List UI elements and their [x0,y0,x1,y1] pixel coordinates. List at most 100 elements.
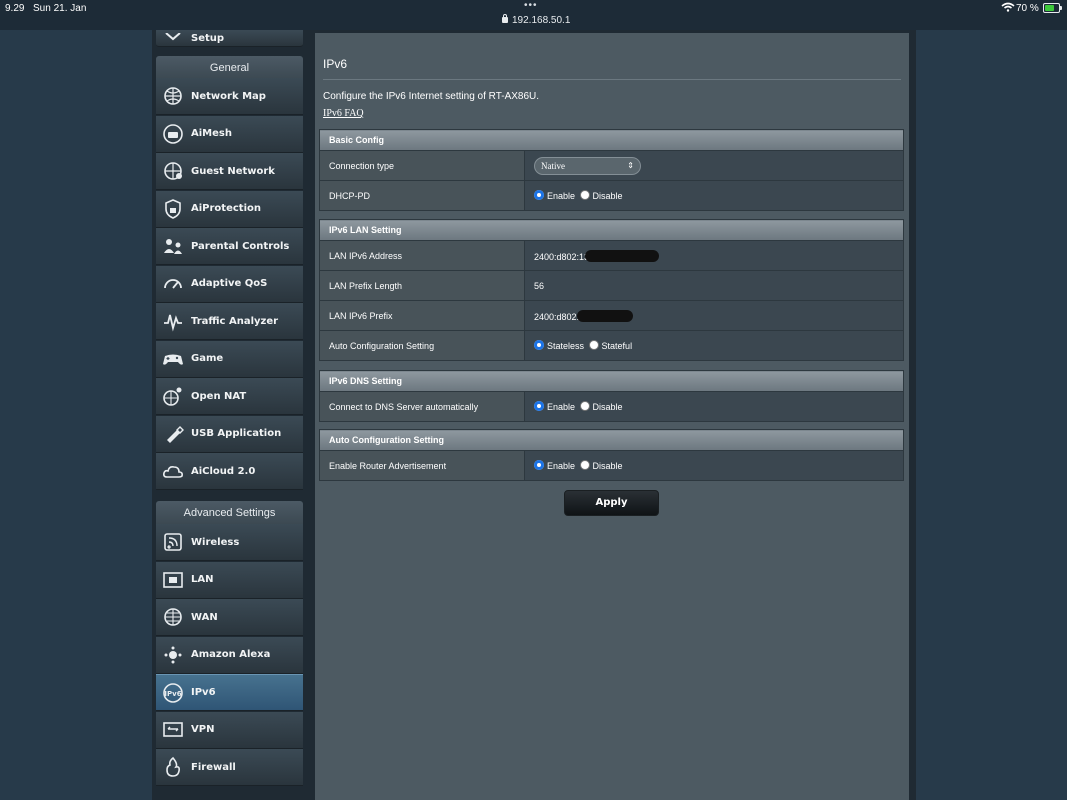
address-bar[interactable]: 192.168.50.1 [502,14,570,26]
sidebar-item-wireless[interactable]: Wireless [156,524,303,561]
sidebar-item-label: IPv6 [191,687,216,698]
router-adv-enable-label: Enable [547,461,576,471]
sidebar-item-aicloud-2-0[interactable]: AiCloud 2.0 [156,453,303,490]
wireless-icon [160,529,186,555]
wifi-icon [1001,2,1015,12]
sidebar-item-label: USB Application [191,428,282,439]
stateful-radio[interactable] [588,340,599,350]
status-time: 9.29 [5,3,25,14]
lan-icon [160,567,186,593]
sidebar-item-label: WAN [191,611,218,623]
wan-icon [160,604,186,630]
sidebar-item-aiprotection[interactable]: AiProtection [156,190,303,228]
redaction-mark [577,309,634,322]
sidebar-item-open-nat[interactable]: Open NAT [156,378,303,415]
usb-application-icon [160,421,186,447]
page-title: IPv6 [323,57,348,71]
lan-setting-table: IPv6 LAN Setting LAN IPv6 Address 2400:d… [319,219,904,361]
dns-enable-label: Enable [547,402,576,412]
stateful-label: Stateful [601,341,633,351]
apply-button[interactable]: Apply [564,490,659,516]
sidebar-item-lan[interactable]: LAN [156,561,303,599]
dns-disable-radio[interactable] [579,401,590,411]
status-date: Sun 21. Jan [33,3,87,14]
more-dots-icon[interactable]: ••• [524,0,538,11]
sidebar-item-label: Firewall [191,761,236,773]
dns-setting-table: IPv6 DNS Setting Connect to DNS Server a… [319,370,904,422]
dhcp-pd-enable-radio[interactable] [534,190,544,200]
router-advertisement-label: Enable Router Advertisement [319,450,525,481]
sidebar-item-traffic-analyzer[interactable]: Traffic Analyzer [156,303,303,340]
select-chevron-icon: ⇕ [627,160,634,170]
dhcp-pd-disable-radio[interactable] [579,190,590,200]
connection-type-select[interactable]: Native ⇕ [534,156,641,175]
router-adv-enable-radio[interactable] [534,460,544,470]
network-map-icon [160,83,186,109]
vpn-icon [160,717,186,743]
sidebar-item-label: Amazon Alexa [191,649,271,660]
lock-icon [502,14,508,23]
sidebar-item-game[interactable]: Game [156,340,303,378]
setup-icon [160,31,186,45]
stateless-label: Stateless [547,341,585,351]
lan-prefix-length-label: LAN Prefix Length [319,270,525,301]
sidebar-item-label: Parental Controls [191,240,290,252]
basic-config-table: Basic Config Connection type Native ⇕ DH… [319,129,904,211]
sidebar-item-label: VPN [191,724,215,735]
parental-controls-icon [160,233,186,259]
dhcp-pd-disable-label: Disable [592,191,623,201]
basic-config-header: Basic Config [319,129,904,151]
dns-enable-radio[interactable] [534,401,544,411]
sidebar-item-wan[interactable]: WAN [156,599,303,636]
sidebar-item-label: LAN [191,574,214,585]
stateless-radio[interactable] [534,340,544,350]
advanced-section-header: Advanced Settings [156,501,303,525]
game-icon [160,346,186,372]
sidebar-item-adaptive-qos[interactable]: Adaptive QoS [156,265,303,303]
firewall-icon [160,754,186,780]
router-adv-disable-label: Disable [592,461,623,471]
sidebar-item-label: AiProtection [191,203,261,214]
open-nat-icon [160,383,186,409]
sidebar-item-label: Network Map [191,90,266,102]
lan-ipv6-address-value: 2400:d802:13 [534,251,590,262]
sidebar-item-setup[interactable]: Setup [156,30,303,47]
ipv6-icon: IPv6 [160,680,186,706]
traffic-analyzer-icon [160,308,186,334]
aiprotection-icon [160,196,186,222]
svg-text:IPv6: IPv6 [164,690,181,698]
sidebar-item-ipv6[interactable]: IPv6 IPv6 [156,674,303,711]
lan-setting-header: IPv6 LAN Setting [319,219,904,241]
sidebar-item-label: Guest Network [191,165,275,177]
connection-type-label: Connection type [319,150,525,181]
aimesh-icon [160,121,186,147]
sidebar-item-firewall[interactable]: Firewall [156,749,303,786]
alexa-icon [160,642,186,668]
sidebar-item-label: Adaptive QoS [191,278,268,289]
page-description: Configure the IPv6 Internet setting of R… [323,91,540,102]
auto-config-setting-label: Auto Configuration Setting [319,330,525,361]
sidebar-item-vpn[interactable]: VPN [156,711,303,749]
sidebar-item-parental-controls[interactable]: Parental Controls [156,228,303,265]
dhcp-pd-enable-label: Enable [547,191,576,201]
sidebar-item-label: AiCloud 2.0 [191,465,256,477]
battery-icon [1043,3,1062,13]
ipad-status-bar: 9.29 Sun 21. Jan ••• 192.168.50.1 70 % [0,0,1067,30]
main-panel: IPv6 Configure the IPv6 Internet setting… [315,33,909,800]
dns-disable-label: Disable [592,402,623,412]
sidebar-item-network-map[interactable]: Network Map [156,78,303,115]
connect-dns-label: Connect to DNS Server automatically [319,391,525,422]
auto-config-table: Auto Configuration Setting Enable Router… [319,429,904,481]
sidebar-item-label: Wireless [191,536,240,548]
lan-ipv6-prefix-value: 2400:d802: [534,311,580,322]
ipv6-faq-link[interactable]: IPv6 FAQ [323,108,364,119]
sidebar-item-guest-network[interactable]: Guest Network [156,153,303,190]
lan-prefix-length-value: 56 [524,270,904,301]
battery-fill [1045,5,1055,11]
sidebar-item-usb-application[interactable]: USB Application [156,415,303,453]
connection-type-value: Native [541,160,565,171]
sidebar-item-aimesh[interactable]: AiMesh [156,115,303,153]
sidebar-item-label: Open NAT [191,390,247,402]
sidebar-item-amazon-alexa[interactable]: Amazon Alexa [156,636,303,674]
router-adv-disable-radio[interactable] [579,460,590,470]
